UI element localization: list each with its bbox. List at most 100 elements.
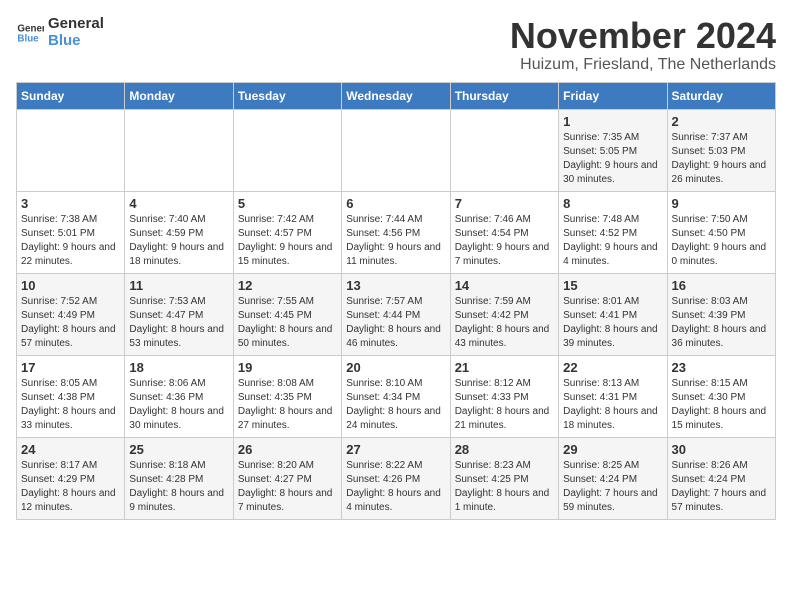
day-number: 17 [21, 360, 120, 375]
calendar-week-5: 24 Sunrise: 8:17 AM Sunset: 4:29 PM Dayli… [17, 437, 776, 519]
title-area: November 2024 Huizum, Friesland, The Net… [510, 16, 776, 74]
day-number: 8 [563, 196, 662, 211]
day-info: Sunrise: 8:06 AM Sunset: 4:36 PM Dayligh… [129, 377, 228, 433]
day-header-saturday: Saturday [667, 82, 775, 109]
calendar-table: SundayMondayTuesdayWednesdayThursdayFrid… [16, 82, 776, 520]
calendar-cell: 28 Sunrise: 8:23 AM Sunset: 4:25 PM Dayli… [450, 437, 558, 519]
calendar-cell: 16 Sunrise: 8:03 AM Sunset: 4:39 PM Dayli… [667, 273, 775, 355]
day-number: 21 [455, 360, 554, 375]
day-number: 23 [672, 360, 771, 375]
svg-text:Blue: Blue [17, 33, 39, 44]
day-number: 14 [455, 278, 554, 293]
calendar-cell: 2 Sunrise: 7:37 AM Sunset: 5:03 PM Daylig… [667, 109, 775, 191]
calendar-cell: 27 Sunrise: 8:22 AM Sunset: 4:26 PM Dayli… [342, 437, 450, 519]
calendar-cell: 14 Sunrise: 7:59 AM Sunset: 4:42 PM Dayli… [450, 273, 558, 355]
calendar-week-4: 17 Sunrise: 8:05 AM Sunset: 4:38 PM Dayli… [17, 355, 776, 437]
day-number: 3 [21, 196, 120, 211]
calendar-cell [17, 109, 125, 191]
day-info: Sunrise: 7:48 AM Sunset: 4:52 PM Dayligh… [563, 213, 662, 269]
calendar-cell: 5Sunrise: 7:42 AM Sunset: 4:57 PM Daylig… [233, 191, 341, 273]
logo-blue: Blue [48, 33, 104, 50]
day-number: 26 [238, 442, 337, 457]
day-info: Sunrise: 8:23 AM Sunset: 4:25 PM Dayligh… [455, 459, 554, 515]
day-number: 16 [672, 278, 771, 293]
day-number: 24 [21, 442, 120, 457]
day-info: Sunrise: 8:01 AM Sunset: 4:41 PM Dayligh… [563, 295, 662, 351]
calendar-week-3: 10Sunrise: 7:52 AM Sunset: 4:49 PM Dayli… [17, 273, 776, 355]
day-header-monday: Monday [125, 82, 233, 109]
day-info: Sunrise: 8:25 AM Sunset: 4:24 PM Dayligh… [563, 459, 662, 515]
calendar-cell: 24 Sunrise: 8:17 AM Sunset: 4:29 PM Dayli… [17, 437, 125, 519]
calendar-cell [342, 109, 450, 191]
calendar-cell: 19Sunrise: 8:08 AM Sunset: 4:35 PM Dayli… [233, 355, 341, 437]
calendar-cell: 21 Sunrise: 8:12 AM Sunset: 4:33 PM Dayli… [450, 355, 558, 437]
day-info: Sunrise: 8:22 AM Sunset: 4:26 PM Dayligh… [346, 459, 445, 515]
day-header-friday: Friday [559, 82, 667, 109]
calendar-cell: 29 Sunrise: 8:25 AM Sunset: 4:24 PM Dayli… [559, 437, 667, 519]
day-number: 6 [346, 196, 445, 211]
day-number: 22 [563, 360, 662, 375]
calendar-week-2: 3 Sunrise: 7:38 AM Sunset: 5:01 PM Daylig… [17, 191, 776, 273]
calendar-cell: 26 Sunrise: 8:20 AM Sunset: 4:27 PM Dayli… [233, 437, 341, 519]
day-number: 27 [346, 442, 445, 457]
day-number: 18 [129, 360, 228, 375]
day-number: 7 [455, 196, 554, 211]
day-number: 12 [238, 278, 337, 293]
day-info: Sunrise: 8:10 AM Sunset: 4:34 PM Dayligh… [346, 377, 445, 433]
calendar-cell: 22 Sunrise: 8:13 AM Sunset: 4:31 PM Dayli… [559, 355, 667, 437]
day-number: 28 [455, 442, 554, 457]
day-info: Sunrise: 7:57 AM Sunset: 4:44 PM Dayligh… [346, 295, 445, 351]
calendar-week-1: 1 Sunrise: 7:35 AM Sunset: 5:05 PM Daylig… [17, 109, 776, 191]
calendar-cell [450, 109, 558, 191]
day-number: 10 [21, 278, 120, 293]
calendar-cell: 25 Sunrise: 8:18 AM Sunset: 4:28 PM Dayli… [125, 437, 233, 519]
calendar-cell: 1 Sunrise: 7:35 AM Sunset: 5:05 PM Daylig… [559, 109, 667, 191]
day-info: Sunrise: 8:03 AM Sunset: 4:39 PM Dayligh… [672, 295, 771, 351]
day-info: Sunrise: 7:42 AM Sunset: 4:57 PM Dayligh… [238, 213, 337, 269]
calendar-cell: 17 Sunrise: 8:05 AM Sunset: 4:38 PM Dayli… [17, 355, 125, 437]
day-number: 1 [563, 114, 662, 129]
day-header-sunday: Sunday [17, 82, 125, 109]
day-info: Sunrise: 8:17 AM Sunset: 4:29 PM Dayligh… [21, 459, 120, 515]
calendar-cell: 4 Sunrise: 7:40 AM Sunset: 4:59 PM Daylig… [125, 191, 233, 273]
day-info: Sunrise: 7:55 AM Sunset: 4:45 PM Dayligh… [238, 295, 337, 351]
calendar-cell [233, 109, 341, 191]
day-number: 29 [563, 442, 662, 457]
day-number: 2 [672, 114, 771, 129]
day-info: Sunrise: 8:20 AM Sunset: 4:27 PM Dayligh… [238, 459, 337, 515]
day-number: 13 [346, 278, 445, 293]
calendar-cell: 30 Sunrise: 8:26 AM Sunset: 4:24 PM Dayli… [667, 437, 775, 519]
day-info: Sunrise: 7:44 AM Sunset: 4:56 PM Dayligh… [346, 213, 445, 269]
day-info: Sunrise: 8:18 AM Sunset: 4:28 PM Dayligh… [129, 459, 228, 515]
logo: General Blue General Blue [16, 16, 104, 49]
day-info: Sunrise: 7:37 AM Sunset: 5:03 PM Dayligh… [672, 131, 771, 187]
calendar-cell: 20Sunrise: 8:10 AM Sunset: 4:34 PM Dayli… [342, 355, 450, 437]
day-number: 19 [238, 360, 337, 375]
day-info: Sunrise: 8:05 AM Sunset: 4:38 PM Dayligh… [21, 377, 120, 433]
day-number: 25 [129, 442, 228, 457]
day-info: Sunrise: 7:40 AM Sunset: 4:59 PM Dayligh… [129, 213, 228, 269]
calendar-cell: 8 Sunrise: 7:48 AM Sunset: 4:52 PM Daylig… [559, 191, 667, 273]
day-info: Sunrise: 8:13 AM Sunset: 4:31 PM Dayligh… [563, 377, 662, 433]
calendar-cell: 12 Sunrise: 7:55 AM Sunset: 4:45 PM Dayli… [233, 273, 341, 355]
day-info: Sunrise: 7:46 AM Sunset: 4:54 PM Dayligh… [455, 213, 554, 269]
day-number: 30 [672, 442, 771, 457]
day-info: Sunrise: 8:12 AM Sunset: 4:33 PM Dayligh… [455, 377, 554, 433]
day-number: 15 [563, 278, 662, 293]
day-info: Sunrise: 7:38 AM Sunset: 5:01 PM Dayligh… [21, 213, 120, 269]
day-info: Sunrise: 7:35 AM Sunset: 5:05 PM Dayligh… [563, 131, 662, 187]
calendar-cell: 6 Sunrise: 7:44 AM Sunset: 4:56 PM Daylig… [342, 191, 450, 273]
header: General Blue General Blue November 2024 … [16, 16, 776, 74]
header-row: SundayMondayTuesdayWednesdayThursdayFrid… [17, 82, 776, 109]
day-number: 4 [129, 196, 228, 211]
day-header-thursday: Thursday [450, 82, 558, 109]
day-info: Sunrise: 8:26 AM Sunset: 4:24 PM Dayligh… [672, 459, 771, 515]
day-info: Sunrise: 7:59 AM Sunset: 4:42 PM Dayligh… [455, 295, 554, 351]
day-number: 9 [672, 196, 771, 211]
calendar-cell: 9 Sunrise: 7:50 AM Sunset: 4:50 PM Daylig… [667, 191, 775, 273]
calendar-cell: 11Sunrise: 7:53 AM Sunset: 4:47 PM Dayli… [125, 273, 233, 355]
calendar-cell: 3 Sunrise: 7:38 AM Sunset: 5:01 PM Daylig… [17, 191, 125, 273]
day-info: Sunrise: 7:50 AM Sunset: 4:50 PM Dayligh… [672, 213, 771, 269]
calendar-cell: 15 Sunrise: 8:01 AM Sunset: 4:41 PM Dayli… [559, 273, 667, 355]
day-header-tuesday: Tuesday [233, 82, 341, 109]
